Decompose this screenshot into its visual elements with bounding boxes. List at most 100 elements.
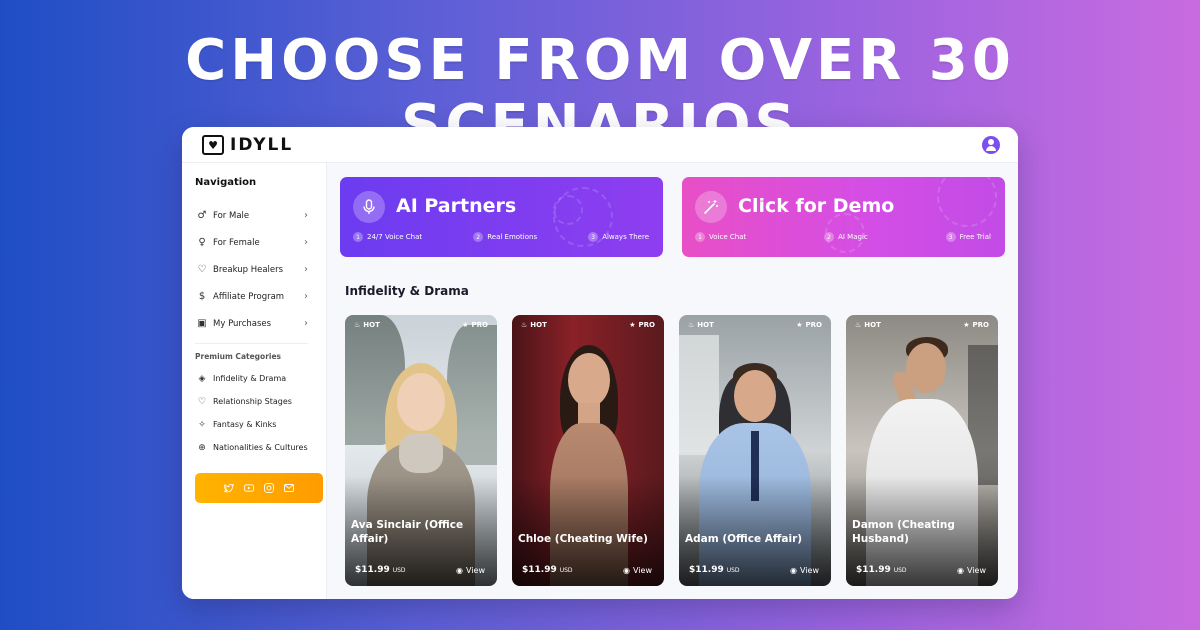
category-label: Infidelity & Drama (213, 374, 287, 383)
feature-label: Always There (602, 233, 649, 241)
social-links-bar (195, 473, 323, 503)
scenario-card[interactable]: ♨ HOT ★ PRO Adam (Office Affair) $11.99 USD… (679, 315, 831, 586)
category-nationalities-cultures[interactable]: ⊕ Nationalities & Cultures (195, 436, 316, 459)
currency-label: USD (726, 567, 740, 574)
feature-label: Free Trial (959, 233, 991, 241)
hot-badge: ♨ HOT (855, 321, 881, 329)
chevron-right-icon: › (304, 237, 308, 248)
currency-label: USD (559, 567, 573, 574)
card-name: Ava Sinclair (Office Affair) (351, 519, 464, 545)
category-fantasy-kinks[interactable]: ✧ Fantasy & Kinks (195, 413, 316, 436)
scenario-card[interactable]: ♨ HOT ★ PRO Ava Sinclair (Office Affair) $… (345, 315, 497, 586)
card-price: $11.99 USD (522, 565, 573, 575)
mail-icon[interactable] (284, 483, 294, 493)
dollar-icon: $ (198, 291, 206, 302)
price-value: $11.99 (856, 565, 891, 575)
step-number: 2 (473, 232, 484, 242)
feature-label: Real Emotions (487, 233, 538, 241)
sidebar-item-for-female[interactable]: ♀ For Female › (195, 229, 316, 256)
hot-label: HOT (864, 321, 881, 329)
view-label: View (466, 566, 485, 575)
logo-icon: ♥ (202, 135, 224, 155)
instagram-icon[interactable] (264, 483, 274, 493)
currency-label: USD (392, 567, 406, 574)
pro-label: PRO (638, 321, 655, 329)
sidebar-item-breakup-healers[interactable]: ♡ Breakup Healers › (195, 256, 316, 283)
step-number: 2 (824, 232, 835, 242)
pro-badge: ★ PRO (462, 321, 488, 329)
category-relationship-stages[interactable]: ♡ Relationship Stages (195, 390, 316, 413)
sidebar-item-affiliate-program[interactable]: $ Affiliate Program › (195, 283, 316, 310)
step-number: 3 (588, 232, 599, 242)
sidebar-item-label: Affiliate Program (213, 291, 285, 302)
scenario-cards: ♨ HOT ★ PRO Ava Sinclair (Office Affair) $… (345, 315, 998, 586)
eye-icon: ◉ (456, 566, 464, 575)
card-name: Chloe (Cheating Wife) (518, 533, 648, 545)
banner-title: Click for Demo (738, 195, 895, 217)
card-name: Damon (Cheating Husband) (852, 519, 955, 545)
flame-icon: ♨ (521, 321, 528, 329)
sidebar-item-label: For Female (213, 237, 260, 248)
banner-features: 1 Voice Chat 2 AI Magic 3 Free Trial (695, 232, 991, 242)
logo[interactable]: ♥ IDYLL (202, 135, 293, 155)
bag-icon: ▣ (197, 318, 207, 329)
female-icon: ♀ (198, 237, 206, 248)
user-avatar-icon[interactable] (982, 136, 1000, 154)
nav-title: Navigation (195, 177, 257, 188)
sidebar-item-label: My Purchases (213, 318, 272, 329)
chevron-right-icon: › (304, 264, 308, 275)
currency-label: USD (893, 567, 907, 574)
magic-wand-icon (695, 191, 727, 223)
twitter-icon[interactable] (224, 483, 234, 493)
section-title: Infidelity & Drama (345, 284, 469, 298)
sidebar-item-for-male[interactable]: ♂ For Male › (195, 202, 316, 229)
banner-feature: 3 Free Trial (945, 232, 991, 242)
category-label: Fantasy & Kinks (213, 420, 277, 429)
category-label: Nationalities & Cultures (213, 443, 308, 452)
banner-features: 1 24/7 Voice Chat 2 Real Emotions 3 Always … (353, 232, 649, 242)
card-price: $11.99 USD (689, 565, 740, 575)
sidebar-item-my-purchases[interactable]: ▣ My Purchases › (195, 310, 316, 337)
youtube-icon[interactable] (244, 483, 254, 493)
pro-badge: ★ PRO (796, 321, 822, 329)
male-icon: ♂ (197, 210, 207, 221)
eye-icon: ◉ (957, 566, 965, 575)
star-icon: ★ (462, 321, 469, 329)
feature-label: AI Magic (838, 233, 868, 241)
scenario-card[interactable]: ♨ HOT ★ PRO Damon (Cheating Husband) $11.9… (846, 315, 998, 586)
card-name: Adam (Office Affair) (685, 533, 803, 545)
globe-icon: ⊕ (198, 442, 206, 453)
hot-badge: ♨ HOT (354, 321, 380, 329)
flame-icon: ♨ (855, 321, 862, 329)
decoration (937, 177, 997, 227)
eye-icon: ◉ (623, 566, 631, 575)
banner-title: AI Partners (396, 195, 517, 217)
ai-partners-banner[interactable]: AI Partners 1 24/7 Voice Chat 2 Real Emoti… (340, 177, 663, 257)
hot-label: HOT (697, 321, 714, 329)
sparkle-icon: ✧ (198, 419, 206, 430)
top-bar: ♥ IDYLL (182, 127, 1018, 163)
pro-label: PRO (972, 321, 989, 329)
banner-feature: 3 Always There (588, 232, 649, 242)
flame-icon: ♨ (354, 321, 361, 329)
pro-label: PRO (471, 321, 488, 329)
banner-feature: 1 Voice Chat (695, 232, 746, 242)
star-icon: ★ (629, 321, 636, 329)
decoration (553, 195, 583, 225)
pro-label: PRO (805, 321, 822, 329)
view-button[interactable]: ◉ View (456, 566, 485, 575)
scenario-card[interactable]: ♨ HOT ★ PRO Chloe (Cheating Wife) $11.99 US… (512, 315, 664, 586)
card-price: $11.99 USD (355, 565, 406, 575)
click-for-demo-banner[interactable]: Click for Demo 1 Voice Chat 2 AI Magic 3 Fr… (682, 177, 1005, 257)
view-button[interactable]: ◉ View (790, 566, 819, 575)
price-value: $11.99 (355, 565, 390, 575)
pro-badge: ★ PRO (963, 321, 989, 329)
view-button[interactable]: ◉ View (623, 566, 652, 575)
view-button[interactable]: ◉ View (957, 566, 986, 575)
chevron-right-icon: › (304, 210, 308, 221)
step-number: 1 (353, 232, 363, 242)
feature-label: 24/7 Voice Chat (367, 233, 423, 241)
feature-label: Voice Chat (709, 233, 747, 241)
category-infidelity-drama[interactable]: ◈ Infidelity & Drama (195, 367, 316, 390)
logo-text: IDYLL (230, 135, 294, 155)
